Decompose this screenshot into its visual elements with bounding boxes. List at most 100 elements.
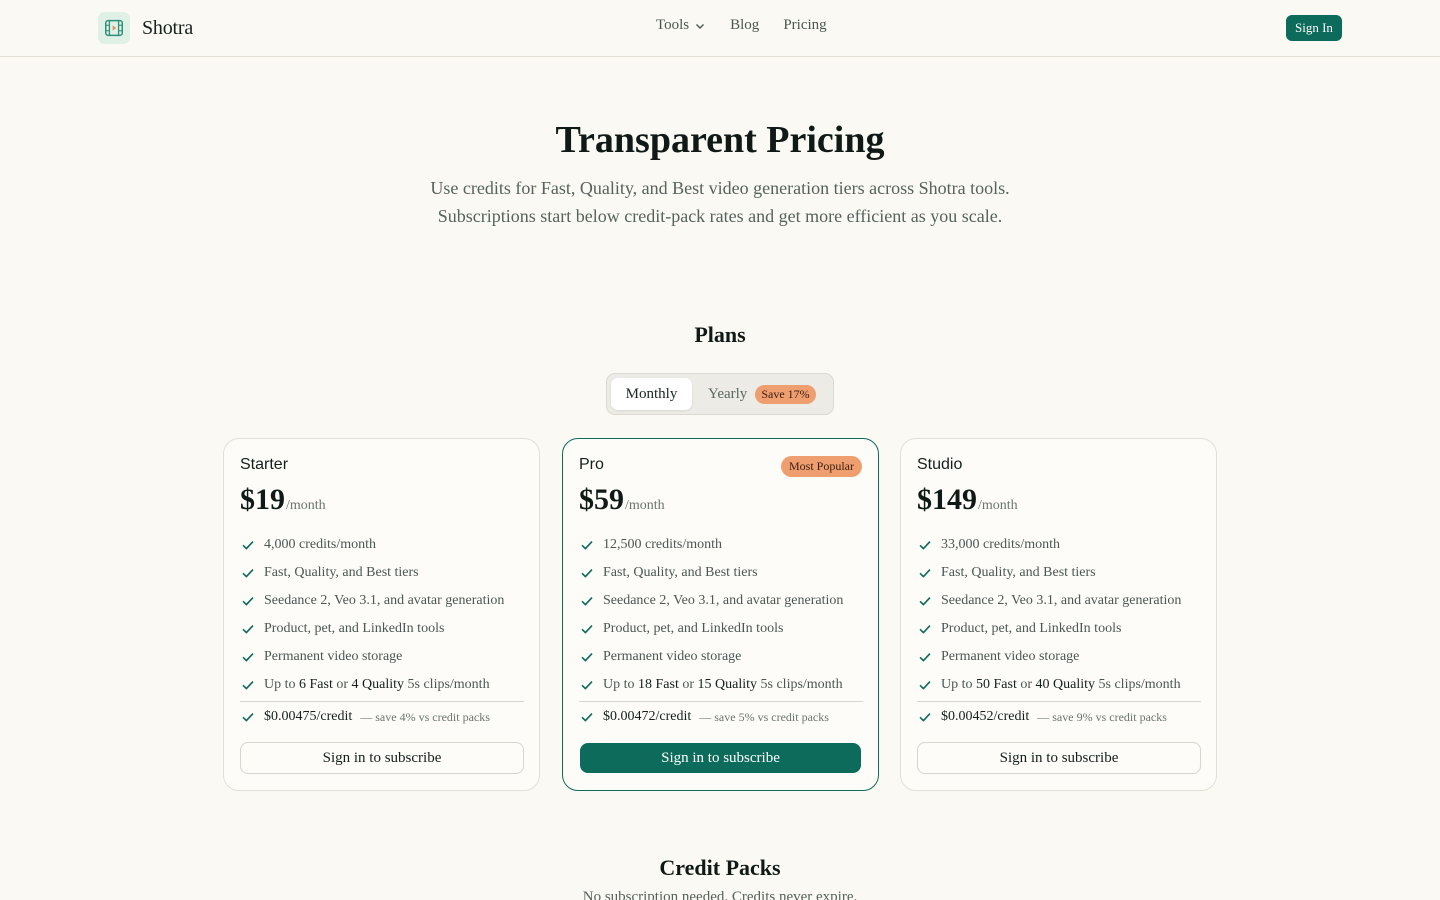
nav-pricing-link[interactable]: Pricing: [783, 17, 826, 34]
plan-name: Studio: [917, 456, 963, 473]
clips-text: Up to 6 Fast or 4 Quality 5s clips/month: [264, 677, 490, 692]
feature-item-clips: Up to 18 Fast or 15 Quality 5s clips/mon…: [579, 671, 863, 699]
nav-blog-link[interactable]: Blog: [730, 17, 759, 34]
feature-item: Seedance 2, Veo 3.1, and avatar generati…: [240, 587, 524, 615]
plan-name: Pro: [579, 456, 604, 473]
plan-card-pro: Pro Most Popular $59 /month 12,500 credi…: [562, 438, 879, 791]
check-icon: [917, 621, 933, 637]
sign-in-button[interactable]: Sign In: [1286, 15, 1342, 41]
feature-text: 4,000 credits/month: [264, 537, 376, 552]
check-icon: [917, 649, 933, 665]
check-icon: [917, 537, 933, 553]
plan-card-studio: Studio $149 /month 33,000 credits/month …: [900, 438, 1217, 791]
billing-toggle: Monthly Yearly Save 17%: [606, 373, 834, 415]
feature-text: Seedance 2, Veo 3.1, and avatar generati…: [603, 593, 844, 608]
plan-price: $149 /month: [917, 483, 1018, 517]
feature-item: 4,000 credits/month: [240, 531, 524, 559]
credit-rate-note: — save 5% vs credit packs: [699, 709, 829, 724]
clips-text: Up to 18 Fast or 15 Quality 5s clips/mon…: [603, 677, 843, 692]
credit-rate-value: $0.00472/credit: [603, 709, 692, 724]
feature-item: Permanent video storage: [579, 643, 863, 671]
credit-rate: $0.00475/credit — save 4% vs credit pack…: [240, 705, 524, 729]
feature-text: Permanent video storage: [603, 649, 742, 664]
feature-text: 12,500 credits/month: [603, 537, 722, 552]
feature-text: Permanent video storage: [264, 649, 403, 664]
price-amount: $149: [917, 483, 977, 516]
clips-text: Up to 50 Fast or 40 Quality 5s clips/mon…: [941, 677, 1181, 692]
most-popular-badge: Most Popular: [780, 456, 862, 477]
credit-rate-note: — save 4% vs credit packs: [360, 709, 490, 724]
feature-item: Product, pet, and LinkedIn tools: [240, 615, 524, 643]
divider: [240, 701, 524, 702]
plan-card-starter: Starter $19 /month 4,000 credits/month F…: [223, 438, 540, 791]
check-icon: [579, 537, 595, 553]
billing-yearly-option[interactable]: Yearly Save 17%: [708, 378, 816, 410]
feature-text: Seedance 2, Veo 3.1, and avatar generati…: [264, 593, 505, 608]
subscribe-studio-button[interactable]: Sign in to subscribe: [917, 742, 1201, 774]
credit-rate: $0.00472/credit — save 5% vs credit pack…: [579, 705, 863, 729]
check-icon: [917, 709, 933, 725]
plan-price: $19 /month: [240, 483, 326, 517]
feature-item: Fast, Quality, and Best tiers: [579, 559, 863, 587]
feature-text: 33,000 credits/month: [941, 537, 1060, 552]
check-icon: [917, 593, 933, 609]
subscribe-starter-button[interactable]: Sign in to subscribe: [240, 742, 524, 774]
page-subtitle: Use credits for Fast, Quality, and Best …: [430, 178, 1010, 226]
feature-text: Fast, Quality, and Best tiers: [941, 565, 1096, 580]
check-icon: [240, 565, 256, 581]
feature-list: 4,000 credits/month Fast, Quality, and B…: [240, 531, 524, 699]
price-period: /month: [286, 498, 326, 513]
feature-text: Fast, Quality, and Best tiers: [264, 565, 419, 580]
feature-list: 33,000 credits/month Fast, Quality, and …: [917, 531, 1201, 699]
brand-name: Shotra: [142, 16, 194, 39]
nav-tools-label: Tools: [656, 17, 690, 33]
check-icon: [917, 565, 933, 581]
film-play-icon: [98, 12, 130, 44]
check-icon: [240, 677, 256, 693]
nav-tools-dropdown[interactable]: Tools: [656, 17, 706, 34]
feature-text: Fast, Quality, and Best tiers: [603, 565, 758, 580]
price-amount: $19: [240, 483, 285, 516]
feature-item-clips: Up to 50 Fast or 40 Quality 5s clips/mon…: [917, 671, 1201, 699]
divider: [917, 701, 1201, 702]
credit-rate-value: $0.00452/credit: [941, 709, 1030, 724]
feature-item: Product, pet, and LinkedIn tools: [917, 615, 1201, 643]
check-icon: [579, 649, 595, 665]
billing-monthly-option[interactable]: Monthly: [611, 378, 692, 410]
check-icon: [240, 621, 256, 637]
check-icon: [240, 709, 256, 725]
check-icon: [579, 709, 595, 725]
plans-heading: Plans: [694, 322, 746, 347]
brand-logo-link[interactable]: Shotra: [98, 12, 193, 44]
feature-item: Seedance 2, Veo 3.1, and avatar generati…: [579, 587, 863, 615]
yearly-save-badge: Save 17%: [755, 384, 816, 404]
feature-text: Product, pet, and LinkedIn tools: [941, 621, 1122, 636]
price-period: /month: [625, 498, 665, 513]
feature-item: Seedance 2, Veo 3.1, and avatar generati…: [917, 587, 1201, 615]
plan-price: $59 /month: [579, 483, 665, 517]
divider: [579, 701, 863, 702]
feature-item: Fast, Quality, and Best tiers: [240, 559, 524, 587]
billing-yearly-label: Yearly: [708, 385, 748, 402]
nav-links: Tools Blog Pricing: [656, 17, 827, 34]
top-nav: Shotra Tools Blog Pricing Sign In: [0, 0, 1440, 57]
check-icon: [240, 649, 256, 665]
check-icon: [240, 593, 256, 609]
subscribe-pro-button[interactable]: Sign in to subscribe: [580, 743, 861, 773]
plan-name: Starter: [240, 456, 289, 473]
feature-item: Product, pet, and LinkedIn tools: [579, 615, 863, 643]
feature-text: Product, pet, and LinkedIn tools: [264, 621, 445, 636]
check-icon: [579, 621, 595, 637]
feature-text: Product, pet, and LinkedIn tools: [603, 621, 784, 636]
feature-item: Permanent video storage: [240, 643, 524, 671]
chevron-down-icon: [696, 23, 705, 29]
feature-text: Seedance 2, Veo 3.1, and avatar generati…: [941, 593, 1182, 608]
credit-packs-subtitle: No subscription needed. Credits never ex…: [582, 889, 858, 900]
feature-list: 12,500 credits/month Fast, Quality, and …: [579, 531, 863, 699]
check-icon: [917, 677, 933, 693]
feature-item: 12,500 credits/month: [579, 531, 863, 559]
feature-item-clips: Up to 6 Fast or 4 Quality 5s clips/month: [240, 671, 524, 699]
price-period: /month: [978, 498, 1018, 513]
credit-rate: $0.00452/credit — save 9% vs credit pack…: [917, 705, 1201, 729]
feature-text: Permanent video storage: [941, 649, 1080, 664]
